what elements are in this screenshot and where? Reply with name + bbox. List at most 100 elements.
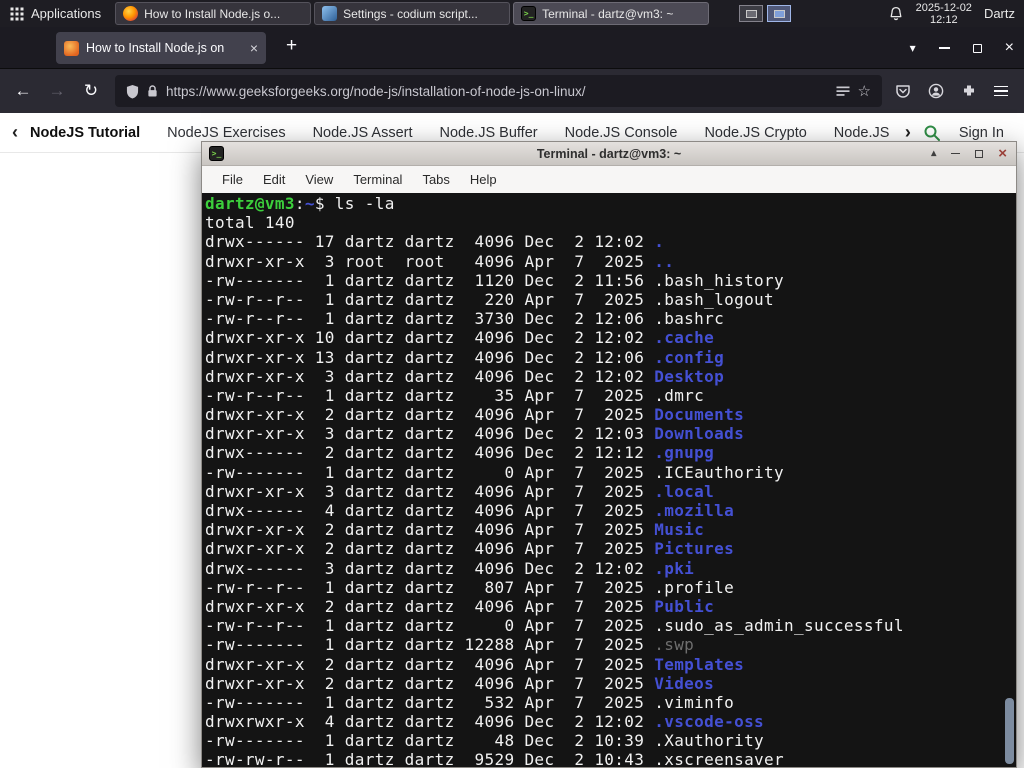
site-nav: NodeJS Tutorial NodeJS Exercises Node.JS A… <box>30 125 893 141</box>
menu-terminal[interactable]: Terminal <box>343 172 412 187</box>
applications-menu-button[interactable]: Applications <box>0 0 111 27</box>
terminal-line: drwxr-xr-x 3 dartz dartz 4096 Dec 2 12:0… <box>205 366 725 386</box>
taskbar-button[interactable]: >_ Terminal - dartz@vm3: ~ <box>513 2 710 25</box>
terminal-line: drwxr-xr-x 2 dartz dartz 4096 Apr 7 2025… <box>205 539 735 559</box>
terminal-line: drwxr-xr-x 3 dartz dartz 4096 Apr 7 2025… <box>205 481 715 501</box>
pocket-icon[interactable] <box>895 83 911 99</box>
terminal-line: drwxr-xr-x 2 dartz dartz 4096 Apr 7 2025… <box>205 673 715 693</box>
clock-time: 12:12 <box>930 13 958 26</box>
taskbar-button[interactable]: Settings - codium script... <box>314 2 511 25</box>
terminal-line: -rw------- 1 dartz dartz 12288 Apr 7 202… <box>205 635 695 655</box>
menu-tabs[interactable]: Tabs <box>412 172 459 187</box>
terminal-line: drwx------ 4 dartz dartz 4096 Apr 7 2025… <box>205 501 735 520</box>
site-nav-item[interactable]: NodeJS Tutorial <box>30 125 140 141</box>
terminal-line: drwx------ 2 dartz dartz 4096 Dec 2 12:1… <box>205 443 715 463</box>
extensions-icon[interactable] <box>961 83 977 99</box>
url-bar[interactable]: https://www.geeksforgeeks.org/node-js/in… <box>115 75 882 107</box>
top-panel: Applications How to Install Node.js o...… <box>0 0 1024 27</box>
menu-edit[interactable]: Edit <box>253 172 295 187</box>
window-minimize-button[interactable] <box>938 47 950 49</box>
new-tab-button[interactable]: + <box>280 35 303 57</box>
firefox-icon <box>123 6 139 21</box>
workspace-2[interactable] <box>767 5 792 22</box>
terminal-titlebar-icon: >_ <box>209 146 224 161</box>
bookmark-star-icon[interactable]: ☆ <box>858 82 871 100</box>
notification-bell-icon[interactable] <box>888 6 904 22</box>
browser-tab[interactable]: How to Install Node.js on × <box>56 32 266 64</box>
search-icon[interactable] <box>923 124 941 142</box>
terminal-line: dartz@vm3:~$ ls -la <box>205 194 395 213</box>
terminal-line: -rw-r--r-- 1 dartz dartz 3730 Dec 2 12:0… <box>205 309 725 329</box>
browser-toolbar: ← → ↻ https://www.geeksforgeeks.org/node… <box>0 69 1024 113</box>
site-nav-item[interactable]: Node.JS DNS <box>834 125 893 141</box>
reload-button[interactable]: ↻ <box>76 76 106 106</box>
terminal-line: -rw------- 1 dartz dartz 48 Dec 2 10:39 … <box>205 731 765 751</box>
workspace-window-icon <box>773 9 785 18</box>
terminal-line: -rw-r--r-- 1 dartz dartz 35 Apr 7 2025 .… <box>205 385 705 405</box>
user-label: Dartz <box>983 6 1015 21</box>
panel-right-cluster: 2025-12-02 12:12 Dartz <box>888 0 1024 27</box>
terminal-shade-button[interactable]: ▴ <box>931 148 936 159</box>
toolbar-icons <box>895 83 1008 99</box>
forward-button[interactable]: → <box>42 76 72 106</box>
terminal-window: >_ Terminal - dartz@vm3: ~ ▴ × File Edit V… <box>201 141 1017 768</box>
window-maximize-button[interactable] <box>972 43 982 53</box>
clock-date: 2025-12-02 <box>915 1 972 14</box>
site-nav-item[interactable]: NodeJS Exercises <box>167 125 285 141</box>
site-nav-item[interactable]: Node.JS Console <box>565 125 678 141</box>
taskbar-button-label: How to Install Node.js o... <box>144 6 281 21</box>
terminal-title: Terminal - dartz@vm3: ~ <box>536 146 682 161</box>
terminal-line: total 140 <box>205 213 295 233</box>
terminal-titlebar[interactable]: >_ Terminal - dartz@vm3: ~ ▴ × <box>202 142 1016 166</box>
terminal-line: drwxr-xr-x 2 dartz dartz 4096 Apr 7 2025… <box>205 596 715 616</box>
terminal-close-button[interactable]: × <box>998 145 1007 162</box>
reader-mode-icon[interactable] <box>836 84 850 98</box>
terminal-menubar: File Edit View Terminal Tabs Help <box>202 166 1016 193</box>
terminal-line: -rw-r--r-- 1 dartz dartz 0 Apr 7 2025 .s… <box>205 616 904 636</box>
terminal-line: drwx------ 3 dartz dartz 4096 Dec 2 12:0… <box>205 558 695 578</box>
clock[interactable]: 2025-12-02 12:12 <box>916 2 972 26</box>
workspace-switcher[interactable] <box>739 5 792 22</box>
sign-in-button[interactable]: Sign In <box>959 125 1004 141</box>
list-tabs-chevron-icon[interactable]: ▾ <box>910 41 916 55</box>
terminal-maximize-button[interactable] <box>975 149 984 158</box>
menu-help[interactable]: Help <box>460 172 507 187</box>
terminal-line: drwxrwxr-x 4 dartz dartz 4096 Dec 2 12:0… <box>205 712 765 732</box>
tracking-shield-icon[interactable] <box>126 84 139 99</box>
taskbar-button-label: Settings - codium script... <box>343 6 478 21</box>
site-nav-item[interactable]: Node.JS Assert <box>313 125 413 141</box>
menu-file[interactable]: File <box>212 172 253 187</box>
terminal-line: drwxr-xr-x 2 dartz dartz 4096 Apr 7 2025… <box>205 405 745 425</box>
settings-icon <box>322 6 338 21</box>
site-nav-item[interactable]: Node.JS Crypto <box>704 125 806 141</box>
terminal-line: -rw-r--r-- 1 dartz dartz 220 Apr 7 2025 … <box>205 289 775 309</box>
terminal-body[interactable]: dartz@vm3:~$ ls -la total 140 drwx------ 1… <box>202 193 1016 767</box>
terminal-minimize-button[interactable] <box>951 152 961 155</box>
menu-view[interactable]: View <box>295 172 343 187</box>
account-icon[interactable] <box>928 83 944 99</box>
menu-button[interactable] <box>994 85 1008 97</box>
terminal-line: drwxr-xr-x 10 dartz dartz 4096 Dec 2 12:… <box>205 328 715 348</box>
nav-scroll-left-icon[interactable]: ‹ <box>12 122 18 143</box>
terminal-line: -rw------- 1 dartz dartz 532 Apr 7 2025 … <box>205 692 735 712</box>
tab-strip: How to Install Node.js on × + ▾ × <box>0 27 1024 69</box>
site-nav-item[interactable]: Node.JS Buffer <box>440 125 538 141</box>
desktop: Applications How to Install Node.js o...… <box>0 0 1024 768</box>
workspace-1[interactable] <box>739 5 764 22</box>
lock-icon <box>148 85 157 97</box>
tab-title: How to Install Node.js on <box>86 41 225 55</box>
terminal-line: drwxr-xr-x 2 dartz dartz 4096 Apr 7 2025… <box>205 654 745 674</box>
window-close-button[interactable]: × <box>1005 39 1014 57</box>
terminal-icon: >_ <box>521 6 537 21</box>
terminal-line: -rw------- 1 dartz dartz 0 Apr 7 2025 .I… <box>205 462 785 482</box>
terminal-line: drwxr-xr-x 3 dartz dartz 4096 Dec 2 12:0… <box>205 424 745 444</box>
terminal-scrollbar[interactable] <box>1005 698 1014 764</box>
taskbar-button[interactable]: How to Install Node.js o... <box>115 2 312 25</box>
site-favicon-icon <box>64 40 79 56</box>
url-text: https://www.geeksforgeeks.org/node-js/in… <box>166 83 586 99</box>
tab-close-icon[interactable]: × <box>248 40 258 56</box>
back-button[interactable]: ← <box>8 76 38 106</box>
workspace-window-icon <box>745 9 757 18</box>
nav-scroll-right-icon[interactable]: › <box>905 122 911 143</box>
taskbar: How to Install Node.js o... Settings - co… <box>115 0 710 27</box>
